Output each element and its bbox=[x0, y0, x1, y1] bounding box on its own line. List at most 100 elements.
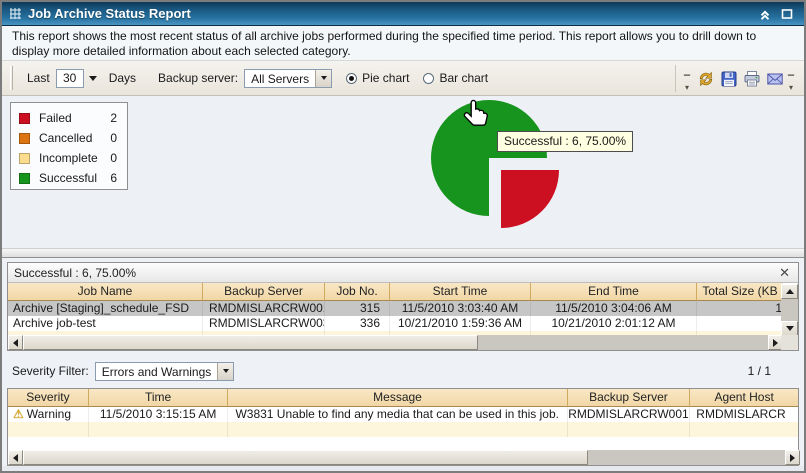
cell-start-time: 11/5/2010 3:03:40 AM bbox=[390, 301, 531, 316]
horizontal-scrollbar[interactable] bbox=[8, 450, 800, 465]
legend-item-cancelled: Cancelled 0 bbox=[19, 128, 119, 148]
scroll-right-icon[interactable] bbox=[785, 450, 800, 465]
spacer bbox=[2, 351, 804, 359]
column-header-job-no[interactable]: Job No. bbox=[325, 283, 390, 301]
scrollbar-thumb[interactable] bbox=[23, 450, 588, 465]
pie-slice-failed[interactable] bbox=[501, 170, 559, 228]
radio-unselected-icon bbox=[423, 73, 434, 84]
drilldown-header: Successful : 6, 75.00% ✕ bbox=[8, 263, 798, 283]
message-row[interactable]: ⚠Warning 11/5/2010 3:15:15 AM W3831 Unab… bbox=[8, 407, 798, 422]
table-row[interactable]: Archive job-test RMDMISLARCRW003 336 10/… bbox=[8, 316, 798, 331]
column-header-message[interactable]: Message bbox=[228, 389, 567, 407]
horizontal-scrollbar[interactable] bbox=[8, 335, 783, 350]
scroll-left-icon[interactable] bbox=[8, 335, 23, 350]
column-header-time[interactable]: Time bbox=[89, 389, 229, 407]
last-days-dropdown-icon[interactable] bbox=[89, 76, 97, 81]
save-icon[interactable] bbox=[717, 67, 740, 90]
scrollbar-thumb[interactable] bbox=[23, 335, 478, 350]
column-header-backup-server[interactable]: Backup Server bbox=[203, 283, 325, 301]
toolbar-overflow-right-icon[interactable]: ▔▾ bbox=[786, 76, 796, 92]
legend-count: 0 bbox=[110, 151, 119, 165]
page-indicator: 1 / 1 bbox=[748, 364, 771, 378]
chart-legend: Failed 2 Cancelled 0 Incomplete 0 Succes… bbox=[10, 102, 128, 190]
page-title: Job Archive Status Report bbox=[28, 6, 752, 21]
toolbar: Last 30 Days Backup server: All Servers … bbox=[2, 61, 804, 96]
pie-chart-radio-label: Pie chart bbox=[362, 71, 409, 85]
column-header-total-size[interactable]: Total Size (KB bbox=[697, 283, 783, 301]
legend-count: 0 bbox=[110, 131, 119, 145]
cell-end-time: 11/5/2010 3:04:06 AM bbox=[531, 301, 697, 316]
radio-selected-icon bbox=[346, 73, 357, 84]
cell-job-name: Archive job-test bbox=[8, 316, 203, 331]
severity-filter-value: Errors and Warnings bbox=[96, 363, 218, 380]
scroll-up-icon[interactable] bbox=[781, 284, 798, 299]
column-header-backup-server[interactable]: Backup Server bbox=[568, 389, 691, 407]
bar-chart-radio[interactable]: Bar chart bbox=[423, 71, 488, 85]
days-label: Days bbox=[109, 71, 136, 85]
cell-total-size bbox=[697, 316, 783, 331]
splitter-handle[interactable] bbox=[2, 248, 804, 258]
legend-count: 2 bbox=[110, 111, 119, 125]
toolbar-grip-icon bbox=[10, 66, 13, 90]
severity-filter-bar: Severity Filter: Errors and Warnings 1 /… bbox=[2, 359, 804, 383]
legend-label: Cancelled bbox=[39, 131, 110, 145]
legend-item-failed: Failed 2 bbox=[19, 108, 119, 128]
incomplete-swatch-icon bbox=[19, 153, 30, 164]
cell-message: W3831 Unable to find any media that can … bbox=[228, 407, 567, 422]
cell-backup-server: RMDMISLARCRW003 bbox=[203, 316, 325, 331]
collapse-icon[interactable] bbox=[756, 6, 774, 22]
report-window: Job Archive Status Report This report sh… bbox=[0, 0, 806, 473]
chevron-down-icon[interactable] bbox=[315, 70, 331, 87]
scrollbar-corner bbox=[781, 335, 798, 350]
last-days-input[interactable]: 30 bbox=[56, 69, 84, 88]
column-header-end-time[interactable]: End Time bbox=[531, 283, 697, 301]
messages-column-headers: Severity Time Message Backup Server Agen… bbox=[8, 389, 798, 407]
bar-chart-radio-label: Bar chart bbox=[439, 71, 488, 85]
column-header-agent-host[interactable]: Agent Host bbox=[690, 389, 798, 407]
print-icon[interactable] bbox=[740, 67, 763, 90]
toolbar-actions: ▔▾ bbox=[675, 65, 798, 92]
drilldown-panel: Successful : 6, 75.00% ✕ Job Name Backup… bbox=[7, 262, 799, 351]
failed-swatch-icon bbox=[19, 113, 30, 124]
legend-count: 6 bbox=[110, 171, 119, 185]
warning-icon: ⚠ bbox=[13, 407, 24, 421]
empty-area bbox=[8, 437, 798, 450]
close-icon[interactable]: ✕ bbox=[777, 266, 792, 279]
pie-tooltip: Successful : 6, 75.00% bbox=[497, 131, 633, 152]
maximize-icon[interactable] bbox=[778, 6, 796, 22]
severity-filter-label: Severity Filter: bbox=[12, 364, 89, 378]
severity-filter-select[interactable]: Errors and Warnings bbox=[95, 362, 235, 381]
window-bottom-margin bbox=[2, 466, 804, 473]
hand-cursor-icon bbox=[462, 98, 492, 132]
cell-severity: ⚠Warning bbox=[8, 407, 89, 422]
backup-server-label: Backup server: bbox=[158, 71, 238, 85]
grip-icon bbox=[10, 8, 21, 19]
legend-label: Successful bbox=[39, 171, 110, 185]
drilldown-title: Successful : 6, 75.00% bbox=[14, 266, 777, 280]
scroll-left-icon[interactable] bbox=[8, 450, 23, 465]
successful-swatch-icon bbox=[19, 173, 30, 184]
cell-end-time: 10/21/2010 2:01:12 AM bbox=[531, 316, 697, 331]
cell-time: 11/5/2010 3:15:15 AM bbox=[89, 407, 229, 422]
cell-total-size: 1 bbox=[697, 301, 783, 316]
legend-item-incomplete: Incomplete 0 bbox=[19, 148, 119, 168]
refresh-icon[interactable] bbox=[694, 67, 717, 90]
last-label: Last bbox=[27, 71, 50, 85]
pie-chart-radio[interactable]: Pie chart bbox=[346, 71, 409, 85]
cell-backup-server: RMDMISLARCRW001 bbox=[203, 301, 325, 316]
table-row[interactable]: Archive [Staging]_schedule_FSD RMDMISLAR… bbox=[8, 301, 798, 316]
cell-job-no: 336 bbox=[325, 316, 390, 331]
empty-row bbox=[8, 422, 798, 437]
scroll-down-icon[interactable] bbox=[781, 321, 798, 336]
chevron-down-icon[interactable] bbox=[217, 363, 233, 380]
backup-server-select[interactable]: All Servers bbox=[244, 69, 332, 88]
vertical-scrollbar[interactable] bbox=[781, 284, 798, 336]
email-icon[interactable] bbox=[763, 67, 786, 90]
column-header-severity[interactable]: Severity bbox=[8, 389, 89, 407]
column-header-job-name[interactable]: Job Name bbox=[8, 283, 203, 301]
column-header-start-time[interactable]: Start Time bbox=[390, 283, 531, 301]
backup-server-value: All Servers bbox=[245, 70, 315, 87]
cell-job-no: 315 bbox=[325, 301, 390, 316]
toolbar-overflow-icon[interactable]: ▔▾ bbox=[682, 76, 692, 92]
legend-label: Incomplete bbox=[39, 151, 110, 165]
